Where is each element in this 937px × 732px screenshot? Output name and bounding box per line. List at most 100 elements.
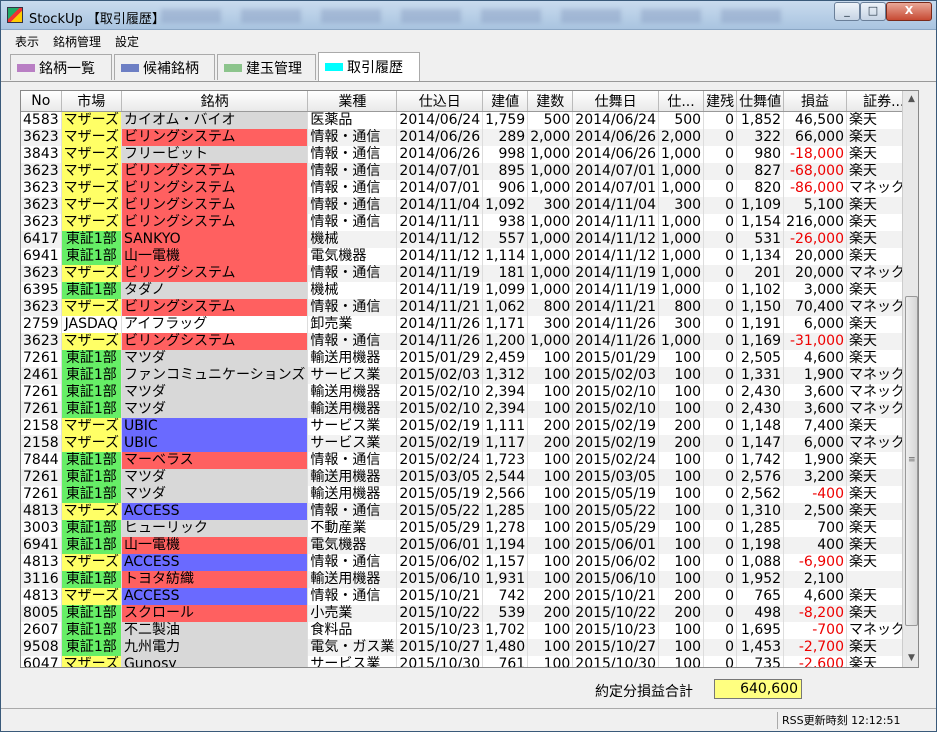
cell-qty: 800 — [527, 299, 574, 316]
tab-positions[interactable]: 建玉管理 — [217, 54, 316, 80]
cell-pl: -86,000 — [783, 180, 847, 197]
table-row[interactable]: 2158 マザーズ UBIC サービス業 2015/02/19 1,117 200 2015/… — [21, 435, 918, 452]
menu-settings[interactable]: 設定 — [115, 33, 139, 50]
table-row[interactable]: 4583 マザーズ カイオム・バイオ 医薬品 2014/06/24 1,759 500 201… — [21, 111, 918, 129]
cell-pl: 4,600 — [783, 350, 847, 367]
column-header[interactable]: 仕舞値 — [736, 91, 785, 112]
table-row[interactable]: 6941 東証1部 山一電機 電気機器 2015/06/01 1,194 100 2015/0… — [21, 537, 918, 554]
tab-trade-history[interactable]: 取引履歴 — [318, 52, 420, 81]
cell-sector: 医薬品 — [307, 111, 398, 129]
scroll-up-arrow-icon[interactable]: ▲ — [903, 91, 918, 108]
table-row[interactable]: 3116 東証1部 トヨタ紡織 輸送用機器 2015/06/10 1,931 100 2015… — [21, 571, 918, 588]
table-row[interactable]: 3623 マザーズ ビリングシステム 情報・通信 2014/11/19 181 1,000 2… — [21, 265, 918, 282]
table-row[interactable]: 3003 東証1部 ヒューリック 不動産業 2015/05/29 1,278 100 2015… — [21, 520, 918, 537]
cell-exit-date: 2015/01/29 — [572, 350, 659, 367]
cell-pl: 6,000 — [783, 316, 847, 333]
table-row[interactable]: 6941 東証1部 山一電機 電気機器 2014/11/12 1,114 1,000 2014… — [21, 248, 918, 265]
cell-remaining: 0 — [703, 639, 738, 656]
cell-entry-price: 1,062 — [482, 299, 529, 316]
main-window: StockUp 【取引履歴】 _ □ X 表示 銘柄管理 設定 銘柄一覧 候補銘… — [0, 0, 937, 732]
table-row[interactable]: 3623 マザーズ ビリングシステム 情報・通信 2014/07/01 906 1,000 2… — [21, 180, 918, 197]
column-header[interactable]: 仕... — [658, 91, 705, 112]
table-row[interactable]: 4813 マザーズ ACCESS 情報・通信 2015/06/02 1,157 100 201… — [21, 554, 918, 571]
table-row[interactable]: 6395 東証1部 タダノ 機械 2014/11/19 1,099 1,000 2014/11… — [21, 282, 918, 299]
tab-label: 取引履歴 — [347, 60, 403, 76]
column-header[interactable]: 建数 — [527, 91, 574, 112]
table-row[interactable]: 7261 東証1部 マツダ 輸送用機器 2015/03/05 2,544 100 2015/0… — [21, 469, 918, 486]
column-header[interactable]: 建残 — [703, 91, 738, 112]
scroll-down-arrow-icon[interactable]: ▼ — [903, 650, 918, 667]
cell-entry-date: 2014/11/12 — [396, 231, 484, 248]
cell-exit-qty: 100 — [658, 554, 705, 571]
cell-qty: 500 — [527, 111, 574, 129]
cell-sector: 情報・通信 — [307, 503, 398, 520]
table-row[interactable]: 7261 東証1部 マツダ 輸送用機器 2015/01/29 2,459 100 2015/0… — [21, 350, 918, 367]
table-row[interactable]: 3623 マザーズ ビリングシステム 情報・通信 2014/11/04 1,092 300 2… — [21, 197, 918, 214]
trade-history-grid[interactable]: No 市場 銘柄 業種 仕込日 建値 建数 仕舞日 仕... 建残 仕舞値 損益 証券... 4583 マ… — [20, 90, 919, 668]
table-row[interactable]: 3623 マザーズ ビリングシステム 情報・通信 2014/11/11 938 1,000 2… — [21, 214, 918, 231]
menu-view[interactable]: 表示 — [15, 33, 39, 50]
column-header[interactable]: 建値 — [482, 91, 529, 112]
tab-stock-list[interactable]: 銘柄一覧 — [10, 54, 112, 80]
cell-entry-price: 1,278 — [482, 520, 529, 537]
column-header[interactable]: 銘柄 — [121, 91, 309, 112]
table-row[interactable]: 2158 マザーズ UBIC サービス業 2015/02/19 1,111 200 2015/… — [21, 418, 918, 435]
cell-sector: 情報・通信 — [307, 197, 398, 214]
tab-candidates[interactable]: 候補銘柄 — [114, 54, 215, 80]
table-row[interactable]: 8005 東証1部 スクロール 小売業 2015/10/22 539 200 2015/10/… — [21, 605, 918, 622]
table-row[interactable]: 9508 東証1部 九州電力 電気・ガス業 2015/10/27 1,480 100 2015… — [21, 639, 918, 656]
column-header[interactable]: 市場 — [61, 91, 122, 112]
title-bar[interactable]: StockUp 【取引履歴】 _ □ X — [1, 1, 936, 30]
cell-remaining: 0 — [703, 605, 738, 622]
cell-name: UBIC — [121, 435, 309, 452]
table-row[interactable]: 3623 マザーズ ビリングシステム 情報・通信 2014/07/01 895 1,000 2… — [21, 163, 918, 180]
table-row[interactable]: 7261 東証1部 マツダ 輸送用機器 2015/02/10 2,394 100 2015/0… — [21, 384, 918, 401]
cell-name: Gunosy — [121, 656, 309, 667]
cell-entry-date: 2015/05/22 — [396, 503, 484, 520]
menu-stock-management[interactable]: 銘柄管理 — [53, 33, 101, 50]
cell-exit-qty: 1,000 — [658, 214, 705, 231]
table-row[interactable]: 3623 マザーズ ビリングシステム 情報・通信 2014/06/26 289 2,000 2… — [21, 129, 918, 146]
table-row[interactable]: 7261 東証1部 マツダ 輸送用機器 2015/05/19 2,566 100 2015/0… — [21, 486, 918, 503]
cell-entry-price: 1,759 — [482, 111, 529, 129]
cell-remaining: 0 — [703, 180, 738, 197]
table-row[interactable]: 4813 マザーズ ACCESS 情報・通信 2015/05/22 1,285 100 201… — [21, 503, 918, 520]
cell-pl: 2,100 — [783, 571, 847, 588]
column-header[interactable]: 損益 — [783, 91, 847, 112]
vertical-scrollbar[interactable]: ▲ ≡ ▼ — [902, 91, 918, 667]
table-row[interactable]: 3843 マザーズ フリービット 情報・通信 2014/06/26 998 1,000 201… — [21, 146, 918, 163]
scroll-thumb[interactable]: ≡ — [905, 296, 918, 626]
cell-exit-date: 2014/11/12 — [572, 231, 659, 248]
cell-exit-price: 498 — [736, 605, 785, 622]
column-header[interactable]: 仕込日 — [396, 91, 484, 112]
table-row[interactable]: 2607 東証1部 不二製油 食料品 2015/10/23 1,702 100 2015/10… — [21, 622, 918, 639]
cell-remaining: 0 — [703, 231, 738, 248]
table-row[interactable]: 7261 東証1部 マツダ 輸送用機器 2015/02/10 2,394 100 2015/0… — [21, 401, 918, 418]
cell-remaining: 0 — [703, 622, 738, 639]
column-header[interactable]: 仕舞日 — [572, 91, 659, 112]
cell-exit-price: 1,154 — [736, 214, 785, 231]
table-row[interactable]: 6417 東証1部 SANKYO 機械 2014/11/12 557 1,000 2014/1… — [21, 231, 918, 248]
cell-pl: 2,500 — [783, 503, 847, 520]
cell-exit-price: 1,088 — [736, 554, 785, 571]
table-row[interactable]: 2759 JASDAQ アイフラッグ 卸売業 2014/11/26 1,171 300 201… — [21, 316, 918, 333]
cell-pl: 3,200 — [783, 469, 847, 486]
table-row[interactable]: 4813 マザーズ ACCESS 情報・通信 2015/10/21 742 200 2015/… — [21, 588, 918, 605]
cell-no: 3623 — [21, 265, 62, 282]
table-row[interactable]: 3623 マザーズ ビリングシステム 情報・通信 2014/11/26 1,200 1,00… — [21, 333, 918, 350]
cell-exit-date: 2015/10/27 — [572, 639, 659, 656]
table-row[interactable]: 3623 マザーズ ビリングシステム 情報・通信 2014/11/21 1,062 800 2… — [21, 299, 918, 316]
column-header[interactable]: No — [21, 91, 62, 112]
table-row[interactable]: 2461 東証1部 ファンコミュニケーションズ サービス業 2015/02/03 1,31… — [21, 367, 918, 384]
cell-market: 東証1部 — [61, 384, 122, 401]
table-row[interactable]: 6047 マザーズ Gunosy サービス業 2015/10/30 761 100 2015/… — [21, 656, 918, 667]
cell-exit-price: 1,191 — [736, 316, 785, 333]
cell-qty: 100 — [527, 537, 574, 554]
cell-sector: サービス業 — [307, 418, 398, 435]
close-button[interactable]: X — [886, 2, 932, 21]
column-header[interactable]: 業種 — [307, 91, 398, 112]
maximize-button[interactable]: □ — [860, 2, 886, 21]
minimize-button[interactable]: _ — [834, 2, 860, 21]
cell-name: ファンコミュニケーションズ — [121, 367, 309, 384]
table-row[interactable]: 7844 東証1部 マーベラス 情報・通信 2015/02/24 1,723 100 2015… — [21, 452, 918, 469]
